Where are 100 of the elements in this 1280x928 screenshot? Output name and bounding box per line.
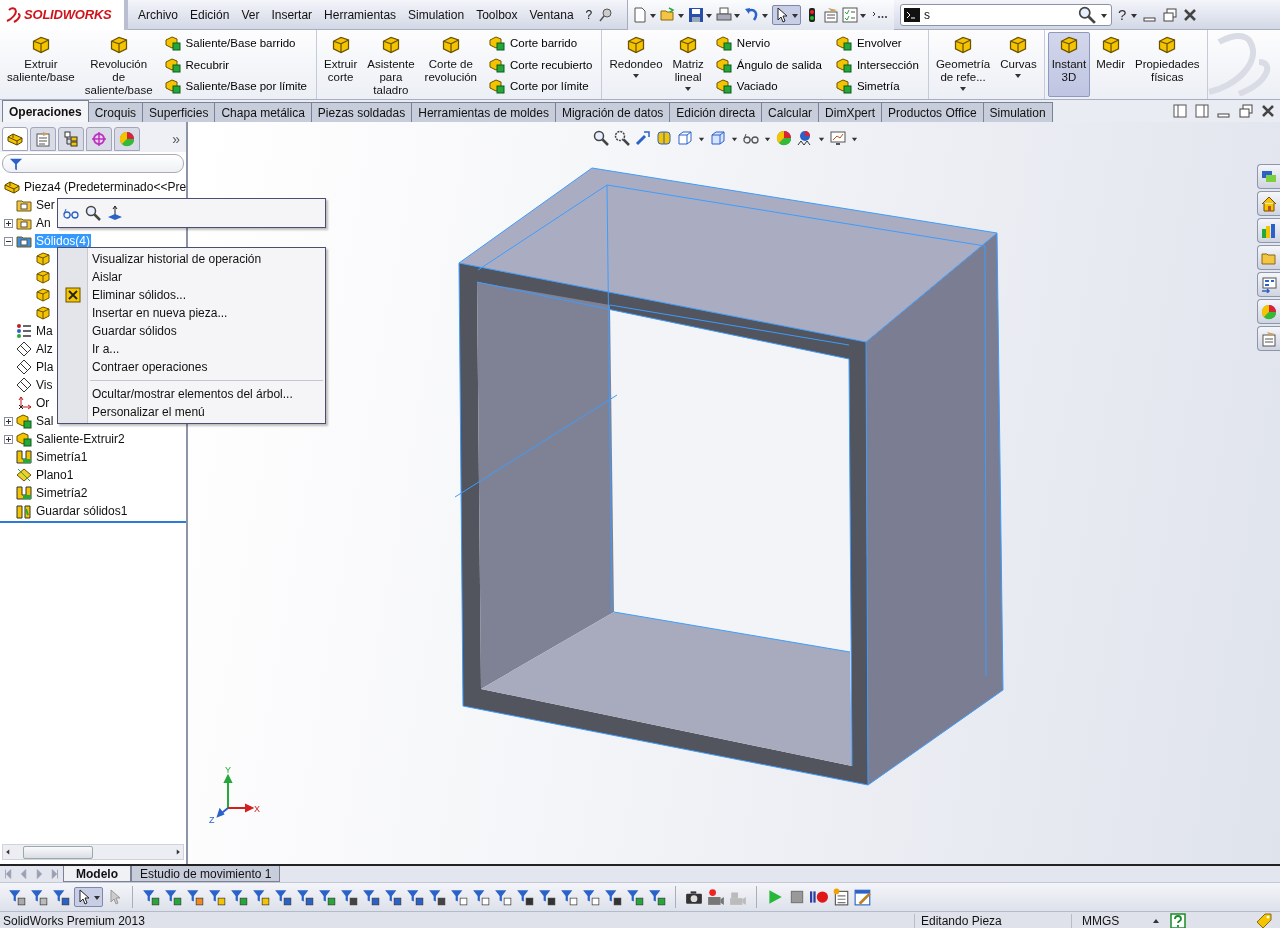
- save-icon[interactable]: [688, 6, 704, 23]
- filter-icon[interactable]: [186, 888, 204, 906]
- help-icon[interactable]: [1170, 913, 1186, 928]
- task-pane-tab[interactable]: [1257, 218, 1280, 243]
- caret-icon[interactable]: [93, 893, 101, 901]
- ribbon-button[interactable]: Ángulo de salida: [713, 53, 824, 76]
- tree-item[interactable]: Alz: [35, 342, 54, 356]
- tree-item[interactable]: [34, 269, 52, 285]
- panel-tab[interactable]: [86, 127, 112, 151]
- tree-item[interactable]: Pla: [35, 360, 55, 374]
- tree-item[interactable]: [34, 305, 52, 321]
- menu-item[interactable]: Toolbox: [470, 7, 524, 22]
- filter-icon[interactable]: [472, 888, 490, 906]
- ribbon-button[interactable]: Medir: [1092, 32, 1129, 97]
- tree-item[interactable]: Pieza4 (Predeterminado<<Pre: [23, 180, 186, 194]
- ribbon-button[interactable]: Saliente/Base por límite: [162, 75, 309, 97]
- command-tab[interactable]: DimXpert: [818, 102, 883, 122]
- filter-icon[interactable]: [208, 888, 226, 906]
- tree-item[interactable]: Ma: [35, 324, 54, 338]
- zoom-area-icon[interactable]: [614, 130, 630, 146]
- ribbon-button[interactable]: Extruir corte: [320, 32, 362, 97]
- filter-icon[interactable]: [274, 888, 292, 906]
- filter-icon[interactable]: [52, 888, 70, 906]
- record-icon[interactable]: [810, 888, 828, 906]
- monitor-icon[interactable]: [830, 130, 846, 146]
- ribbon-button[interactable]: Revolución de saliente/base: [80, 32, 157, 97]
- menu-item[interactable]: Guardar sólidos: [88, 324, 177, 338]
- tree-item[interactable]: Guardar sólidos1: [35, 504, 129, 518]
- filter-icon[interactable]: [406, 888, 424, 906]
- filter-icon[interactable]: [252, 888, 270, 906]
- expand-icon[interactable]: [4, 416, 13, 426]
- expand-icon[interactable]: [4, 434, 13, 444]
- tree-item[interactable]: Simetría1: [35, 450, 89, 464]
- filter-icon[interactable]: [560, 888, 578, 906]
- filter-icon[interactable]: [362, 888, 380, 906]
- camera-icon[interactable]: [685, 888, 703, 906]
- ribbon-button[interactable]: Vaciado: [713, 75, 824, 97]
- display-style-icon[interactable]: [710, 130, 726, 146]
- pointer-icon[interactable]: [774, 6, 790, 23]
- tile-right-icon[interactable]: [1194, 103, 1210, 119]
- menu-item[interactable]: ?: [579, 7, 599, 22]
- ribbon-button[interactable]: Recubrir: [162, 53, 309, 76]
- filter-icon[interactable]: [296, 888, 314, 906]
- tag-icon[interactable]: [1256, 913, 1272, 928]
- print-icon[interactable]: [716, 6, 732, 23]
- command-tab[interactable]: Croquis: [87, 102, 144, 122]
- search-field[interactable]: s: [900, 3, 1112, 26]
- pin-icon[interactable]: [598, 6, 615, 23]
- ribbon-button[interactable]: Redondeo: [605, 32, 667, 97]
- ribbon-button[interactable]: Propiedades físicas: [1130, 32, 1204, 97]
- panel-tab[interactable]: [2, 127, 28, 151]
- tile-left-icon[interactable]: [1172, 103, 1188, 119]
- help-button[interactable]: ?: [1118, 6, 1127, 23]
- filter-icon[interactable]: [318, 888, 336, 906]
- menu-item[interactable]: Insertar: [265, 7, 319, 22]
- menu-item[interactable]: Ir a...: [88, 342, 120, 356]
- command-tab[interactable]: Superficies: [142, 102, 216, 122]
- caret-icon[interactable]: [1014, 71, 1023, 79]
- tree-item[interactable]: Or: [35, 396, 51, 410]
- caret-icon[interactable]: [684, 84, 693, 92]
- tree-item[interactable]: Plano1: [35, 468, 75, 482]
- command-tab[interactable]: Migración de datos: [554, 102, 671, 122]
- command-tab[interactable]: Simulation: [982, 102, 1053, 122]
- stop-icon[interactable]: [788, 888, 806, 906]
- more-button[interactable]: »: [172, 131, 184, 147]
- filter-icon[interactable]: [340, 888, 358, 906]
- filter-icon[interactable]: [604, 888, 622, 906]
- filter-field[interactable]: [2, 154, 184, 173]
- zoom-fit-icon[interactable]: [593, 130, 609, 146]
- filter-icon[interactable]: [230, 888, 248, 906]
- menu-item[interactable]: Ventana: [523, 7, 580, 22]
- expand-icon[interactable]: [4, 218, 13, 228]
- tree-item[interactable]: Saliente-Extruir2: [35, 432, 126, 446]
- filter-icon[interactable]: [142, 888, 160, 906]
- normal-to-icon[interactable]: [107, 205, 123, 221]
- task-pane-tab[interactable]: [1257, 326, 1280, 351]
- filter-icon[interactable]: [538, 888, 556, 906]
- panel-tab[interactable]: [114, 127, 140, 151]
- command-tab[interactable]: Productos Office: [881, 102, 984, 122]
- filter-icon[interactable]: [384, 888, 402, 906]
- ribbon-button[interactable]: Geometría de refe...: [931, 32, 995, 97]
- caret-icon[interactable]: [959, 84, 968, 92]
- ribbon-button[interactable]: Simetría: [833, 75, 921, 97]
- menu-item[interactable]: Archivo: [132, 7, 184, 22]
- section-view-icon[interactable]: [656, 130, 672, 146]
- model-tab[interactable]: Modelo: [63, 866, 131, 882]
- task-pane-tab[interactable]: [1257, 191, 1280, 216]
- menu-item[interactable]: Edición: [184, 7, 236, 22]
- tree-item[interactable]: Sal: [35, 414, 55, 428]
- collapse-icon[interactable]: [4, 236, 13, 246]
- filter-icon[interactable]: [428, 888, 446, 906]
- ribbon-button[interactable]: Extruir saliente/base: [3, 32, 79, 97]
- filter-icon[interactable]: [648, 888, 666, 906]
- close-icon[interactable]: [1260, 103, 1276, 119]
- task-pane-tab[interactable]: [1257, 164, 1280, 189]
- close-icon[interactable]: [1182, 6, 1199, 23]
- tree-item[interactable]: Ser: [35, 198, 56, 212]
- ribbon-button[interactable]: Envolver: [833, 32, 921, 54]
- menu-item[interactable]: Aislar: [88, 270, 122, 284]
- filter-icon[interactable]: [626, 888, 644, 906]
